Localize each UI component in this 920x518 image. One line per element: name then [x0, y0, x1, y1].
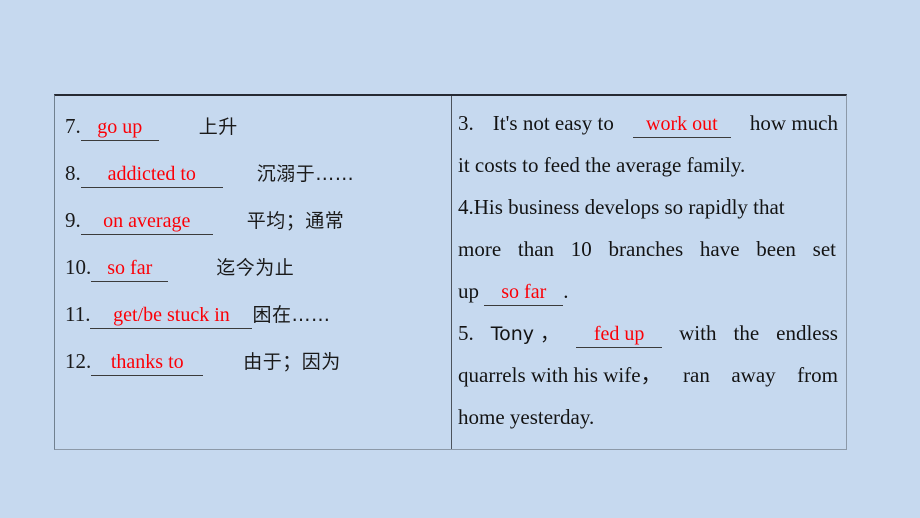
table-row: 7. go up 上升: [55, 112, 451, 159]
sentence-text: .: [563, 279, 569, 303]
sentence-word: away: [731, 363, 776, 387]
item-number: 9.: [65, 208, 81, 232]
table-row: 8. addicted to 沉溺于……: [55, 159, 451, 206]
sentence-3-line-2: it costs to feed the average family.: [458, 153, 746, 177]
sentence-4-line-3: up so far.: [458, 270, 838, 312]
table-row: 12. thanks to 由于；因为: [55, 347, 451, 394]
sentence-4: 4.His business develops so rapidly that …: [458, 186, 838, 312]
answer-blank-on-average[interactable]: on average: [80, 211, 213, 235]
sentence-4-line-2: more than 10 branches have been set: [458, 228, 836, 270]
item-number: 12.: [65, 349, 92, 373]
item-meaning: 由于；因为: [243, 351, 341, 373]
sentence-5-line-2: quarrels with his wife， ran away from: [458, 354, 838, 396]
vocabulary-table: 7. go up 上升 8. addicted to 沉溺于…… 9. on a…: [54, 94, 847, 450]
sentence-word: with: [679, 321, 717, 345]
item-meaning: 沉溺于……: [256, 163, 355, 185]
table-row: 10. so far 迄今为止: [55, 253, 451, 300]
item-number: 4.: [458, 195, 474, 219]
sentence-3: 3. It's not easy to work out how much it…: [458, 102, 838, 186]
sentence-word: branches: [608, 237, 684, 261]
answer-blank-so-far[interactable]: so far: [91, 258, 169, 282]
item-number: 3.: [458, 111, 474, 135]
sentence-text: Tony ，: [490, 323, 560, 345]
answer-blank-go-up[interactable]: go up: [80, 117, 159, 141]
sentence-word: been: [756, 237, 796, 261]
sentence-5-line-3: home yesterday.: [458, 405, 595, 429]
sentence-word: the: [733, 321, 760, 345]
sentence-word: endless: [776, 321, 838, 345]
answer-blank-so-far-right[interactable]: so far: [484, 282, 564, 306]
item-meaning: 迄今为止: [216, 257, 295, 279]
sentence-word: have: [699, 237, 740, 261]
item-number: 11.: [65, 302, 91, 326]
table-cell-right: 3. It's not easy to work out how much it…: [452, 96, 846, 449]
slide-canvas: 7. go up 上升 8. addicted to 沉溺于…… 9. on a…: [0, 0, 920, 518]
item-number: 8.: [65, 161, 81, 185]
sentence-5-line-1: 5. Tony ， fed up with the endless: [458, 312, 838, 354]
sentence-word: more: [458, 237, 502, 261]
answer-blank-fed-up[interactable]: fed up: [576, 324, 663, 348]
item-number: 5.: [458, 321, 474, 345]
item-meaning: 上升: [198, 116, 238, 138]
answer-blank-get-be-stuck-in[interactable]: get/be stuck in: [90, 305, 253, 329]
sentence-5: 5. Tony ， fed up with the endless quarre…: [458, 312, 838, 438]
sentence-word: quarrels with his wife，: [458, 363, 662, 387]
sentence-4-line-1: 4.His business develops so rapidly that: [458, 186, 838, 228]
sentence-text: up: [458, 279, 479, 303]
sentence-3-line-1: 3. It's not easy to work out how much: [458, 102, 838, 144]
answer-blank-thanks-to[interactable]: thanks to: [91, 352, 204, 376]
item-number: 7.: [65, 114, 81, 138]
table-cell-left: 7. go up 上升 8. addicted to 沉溺于…… 9. on a…: [55, 96, 452, 449]
answer-blank-work-out[interactable]: work out: [632, 114, 731, 138]
item-meaning: 困在……: [252, 304, 331, 326]
sentence-word: than: [517, 237, 555, 261]
sentence-text: His business develops so rapidly that: [473, 195, 785, 219]
sentence-text: It's not easy to: [492, 111, 614, 135]
item-meaning: 平均；通常: [246, 210, 345, 232]
table-row: 11. get/be stuck in 困在……: [55, 300, 451, 347]
item-number: 10.: [65, 255, 92, 279]
answer-blank-addicted-to[interactable]: addicted to: [80, 164, 223, 188]
sentence-text: how much: [749, 111, 838, 135]
table-row: 9. on average 平均；通常: [55, 206, 451, 253]
sentence-word: set: [812, 237, 836, 261]
sentence-word: 10: [570, 237, 592, 261]
sentence-word: ran: [683, 363, 710, 387]
sentence-word: from: [797, 363, 838, 387]
